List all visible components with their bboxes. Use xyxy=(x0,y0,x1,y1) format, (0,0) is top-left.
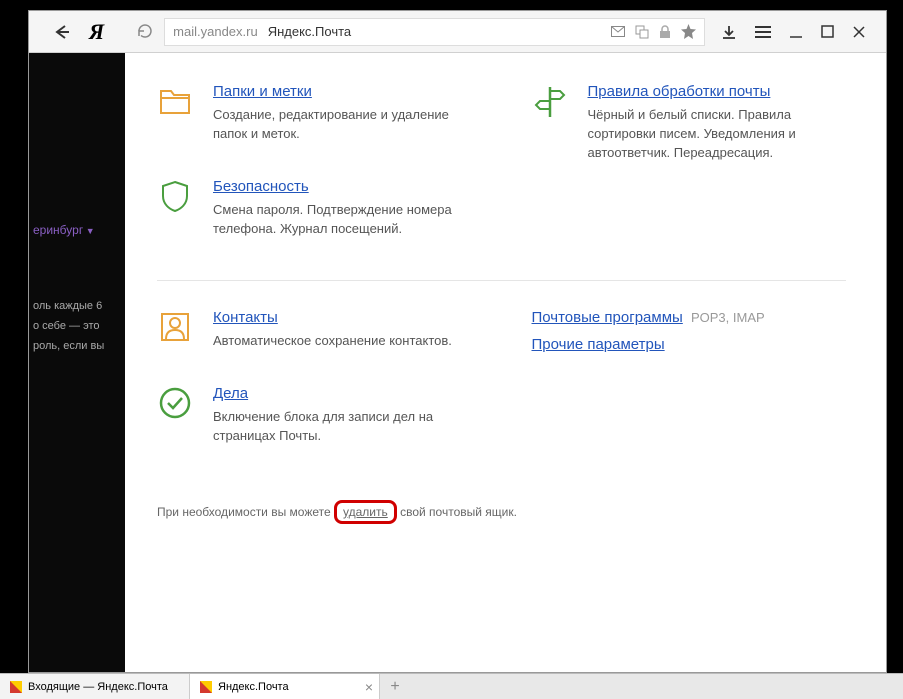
settings-content: Папки и метки Создание, редактирование и… xyxy=(125,53,886,672)
security-desc: Смена пароля. Подтверждение номера телеф… xyxy=(213,201,472,239)
left-column: Папки и метки Создание, редактирование и… xyxy=(157,83,472,272)
new-tab-button[interactable]: + xyxy=(380,674,410,699)
mail-clients-suffix: POP3, IMAP xyxy=(691,310,765,325)
yandex-logo[interactable]: Я xyxy=(89,19,104,45)
page-title-text: Яндекс.Почта xyxy=(268,24,351,39)
contacts-icon xyxy=(157,309,193,345)
shield-icon xyxy=(157,178,193,214)
setting-todo: Дела Включение блока для записи дел на с… xyxy=(157,385,472,446)
reload-button[interactable] xyxy=(136,22,156,42)
todo-desc: Включение блока для записи дел на страни… xyxy=(213,408,472,446)
setting-folders: Папки и метки Создание, редактирование и… xyxy=(157,83,472,144)
folder-icon xyxy=(157,83,193,119)
yandex-favicon xyxy=(10,681,22,693)
yandex-favicon xyxy=(200,681,212,693)
toolbar-left: Я xyxy=(33,19,156,45)
tab-label: Яндекс.Почта xyxy=(218,681,289,693)
tab-label: Входящие — Яндекс.Почта xyxy=(28,681,168,693)
folders-desc: Создание, редактирование и удаление папо… xyxy=(213,106,472,144)
signpost-icon xyxy=(532,83,568,119)
menu-icon[interactable] xyxy=(755,25,771,39)
translate-icon[interactable] xyxy=(635,25,649,39)
mail-clients-link[interactable]: Почтовые программы xyxy=(532,309,683,326)
close-icon[interactable] xyxy=(852,25,866,39)
setting-rules: Правила обработки почты Чёрный и белый с… xyxy=(532,83,847,163)
tab-inbox[interactable]: Входящие — Яндекс.Почта xyxy=(0,674,190,699)
setting-contacts: Контакты Автоматическое сохранение конта… xyxy=(157,309,472,351)
links-block: Почтовые программы POP3, IMAP Прочие пар… xyxy=(532,309,847,353)
tab-mail[interactable]: Яндекс.Почта × xyxy=(190,674,380,699)
browser-toolbar: Я mail.yandex.ru Яндекс.Почта xyxy=(29,11,886,53)
region-selector[interactable]: еринбург xyxy=(33,223,121,237)
background-text: оль каждые 6 о себе — это роль, если вы xyxy=(33,297,121,356)
address-bar[interactable]: mail.yandex.ru Яндекс.Почта xyxy=(164,18,705,46)
delete-account-link[interactable]: удалить xyxy=(343,505,388,519)
todo-link[interactable]: Дела xyxy=(213,385,248,402)
taskbar: Входящие — Яндекс.Почта Яндекс.Почта × + xyxy=(0,673,903,699)
background-sidebar: еринбург оль каждые 6 о себе — это роль,… xyxy=(29,53,125,672)
addressbar-icons xyxy=(611,24,696,39)
rules-desc: Чёрный и белый списки. Правила сортировк… xyxy=(588,106,847,163)
downloads-icon[interactable] xyxy=(721,24,737,40)
security-link[interactable]: Безопасность xyxy=(213,178,309,195)
checkmark-icon xyxy=(157,385,193,421)
browser-window: Я mail.yandex.ru Яндекс.Почта еринбург xyxy=(28,10,887,673)
maximize-icon[interactable] xyxy=(821,25,834,38)
contacts-link[interactable]: Контакты xyxy=(213,309,278,326)
setting-security: Безопасность Смена пароля. Подтверждение… xyxy=(157,178,472,239)
lock-icon xyxy=(659,25,671,39)
right-column: Правила обработки почты Чёрный и белый с… xyxy=(532,83,847,272)
mail-icon[interactable] xyxy=(611,26,625,37)
back-button[interactable] xyxy=(49,20,73,44)
minimize-icon[interactable] xyxy=(789,25,803,39)
delete-highlight: удалить xyxy=(334,500,397,524)
rules-link[interactable]: Правила обработки почты xyxy=(588,83,771,100)
tab-close-button[interactable]: × xyxy=(365,679,373,695)
contacts-desc: Автоматическое сохранение контактов. xyxy=(213,332,472,351)
other-params-link[interactable]: Прочие параметры xyxy=(532,336,665,353)
url-text: mail.yandex.ru xyxy=(173,24,258,39)
footer-note: При необходимости вы можете удалить свой… xyxy=(157,500,846,524)
divider xyxy=(157,280,846,281)
bookmark-star-icon[interactable] xyxy=(681,24,696,39)
toolbar-right xyxy=(705,24,882,40)
folders-link[interactable]: Папки и метки xyxy=(213,83,312,100)
